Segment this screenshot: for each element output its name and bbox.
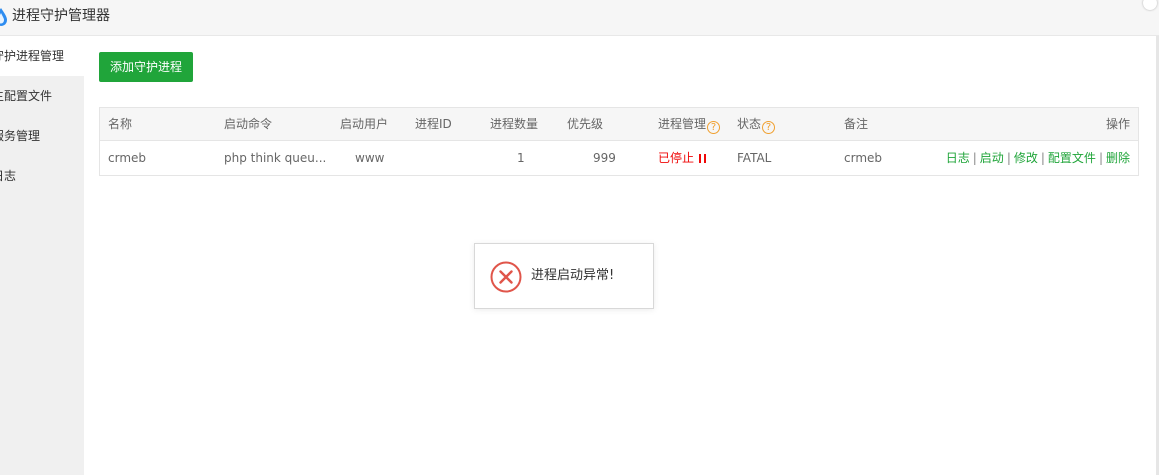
edit-link[interactable]: 修改 <box>1014 151 1038 165</box>
error-circle-icon <box>490 261 522 293</box>
header-manage: 进程管理? <box>658 108 721 141</box>
header-remark: 备注 <box>844 117 869 131</box>
cell-priority: 999 <box>593 151 616 165</box>
sidebar-item-label: 守护进程管理 <box>0 49 65 63</box>
window-control[interactable] <box>1143 0 1157 10</box>
cell-name: crmeb <box>108 151 147 165</box>
sidebar-item-daemon-management[interactable]: 守护进程管理 <box>0 36 84 76</box>
action-separator: | <box>1098 151 1103 165</box>
action-separator: | <box>972 151 977 165</box>
table-header: 名称 启动命令 启动用户 进程ID 进程数量 优先级 进程管理? 状态? 备注 … <box>100 108 1138 141</box>
process-state-label: 已停止 <box>658 151 695 165</box>
table-row: crmeb php think queu... www 1 999 已停止 FA… <box>100 141 1138 175</box>
window-title: 进程守护管理器 <box>12 8 110 24</box>
cell-remark: crmeb <box>844 151 883 165</box>
header-manage-label: 进程管理 <box>658 117 707 131</box>
config-file-link[interactable]: 配置文件 <box>1048 151 1096 165</box>
cell-user: www <box>355 151 385 165</box>
header-command: 启动命令 <box>224 117 273 131</box>
app-logo-icon <box>0 8 7 26</box>
start-link[interactable]: 启动 <box>980 151 1004 165</box>
header-user: 启动用户 <box>340 117 389 131</box>
log-link[interactable]: 日志 <box>946 151 970 165</box>
cell-actions: 日志 | 启动 | 修改 | 配置文件 | 删除 <box>946 141 1130 175</box>
process-state-toggle[interactable]: 已停止 <box>658 141 707 175</box>
window-titlebar: 进程守护管理器 <box>0 0 1159 36</box>
pause-icon <box>699 154 707 163</box>
question-circle-icon[interactable]: ? <box>707 121 721 134</box>
sidebar-item-logs[interactable]: 日志 <box>0 156 84 196</box>
cell-count: 1 <box>517 151 525 165</box>
toast-message: 进程启动异常! <box>531 268 615 283</box>
header-status: 状态? <box>737 108 776 141</box>
header-status-label: 状态 <box>737 117 762 131</box>
sidebar-item-label: 日志 <box>0 169 17 183</box>
header-actions: 操作 <box>1105 117 1130 131</box>
delete-link[interactable]: 删除 <box>1106 151 1130 165</box>
cell-command: php think queu... <box>224 151 327 165</box>
action-separator: | <box>1006 151 1011 165</box>
sidebar-item-main-config[interactable]: 主配置文件 <box>0 76 84 116</box>
process-table: 名称 启动命令 启动用户 进程ID 进程数量 优先级 进程管理? 状态? 备注 … <box>99 107 1139 176</box>
sidebar: 守护进程管理 主配置文件 服务管理 日志 <box>0 36 84 475</box>
cell-status: FATAL <box>737 151 772 165</box>
header-pid: 进程ID <box>415 117 452 131</box>
error-toast: 进程启动异常! <box>474 243 654 309</box>
sidebar-item-label: 主配置文件 <box>0 89 53 103</box>
action-separator: | <box>1040 151 1045 165</box>
sidebar-item-label: 服务管理 <box>0 129 41 143</box>
header-name: 名称 <box>108 117 133 131</box>
sidebar-item-service-management[interactable]: 服务管理 <box>0 116 84 156</box>
question-circle-icon[interactable]: ? <box>762 121 776 134</box>
add-daemon-button[interactable]: 添加守护进程 <box>99 52 193 82</box>
header-count: 进程数量 <box>490 117 539 131</box>
header-priority: 优先级 <box>567 117 604 131</box>
